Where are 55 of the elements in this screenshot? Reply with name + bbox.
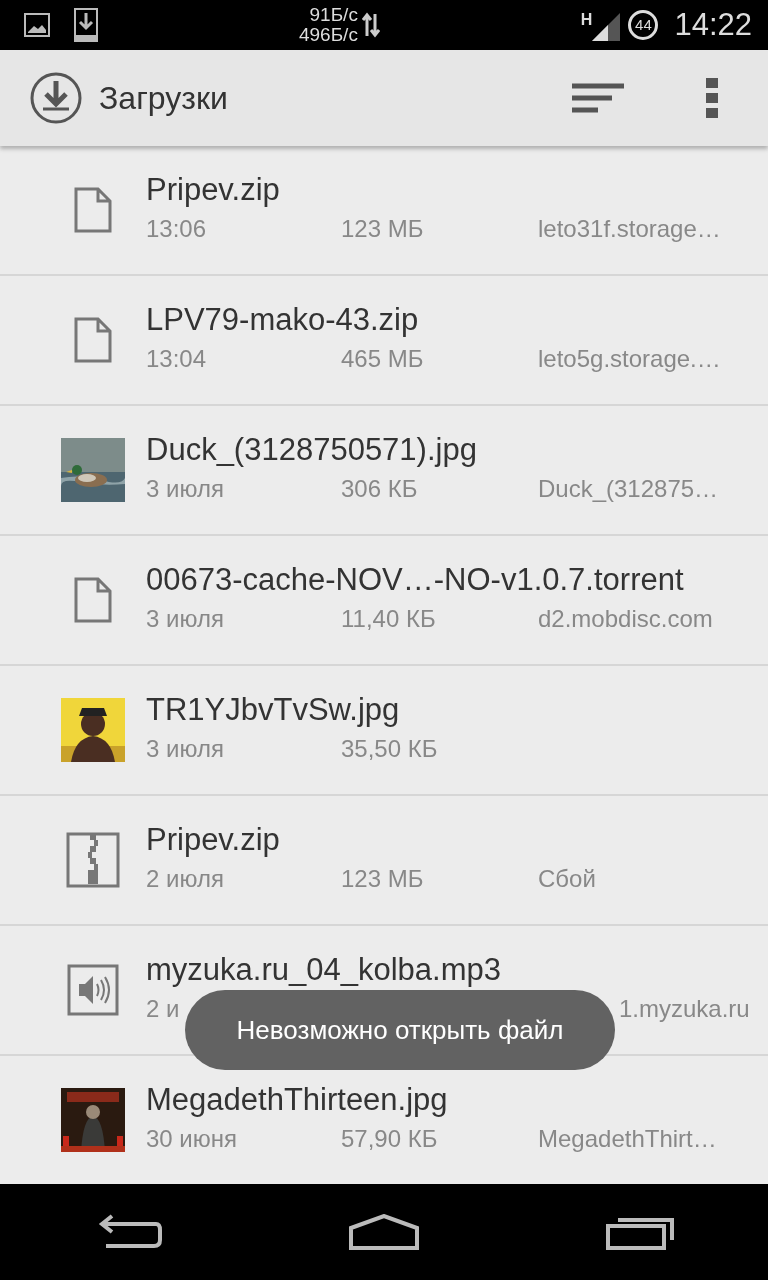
file-source: d2.mobdisc.com — [538, 604, 713, 635]
sort-icon[interactable] — [572, 83, 624, 113]
download-date: 30 июня — [146, 1125, 238, 1153]
file-size: 35,50 КБ — [341, 735, 438, 763]
file-name: Pripev.zip — [146, 822, 281, 858]
image-icon — [24, 13, 50, 37]
file-name: Pripev.zip — [146, 172, 281, 208]
file-size: 11,40 КБ — [341, 605, 436, 633]
download-item[interactable]: Duck_(3128750571).jpg 3 июля 306 КБ Duck_(312875… — [0, 406, 768, 536]
error-toast: Невозможно открыть файл — [185, 990, 615, 1070]
file-source: Duck_(312875… — [538, 474, 719, 505]
battery-level: 44 — [635, 14, 652, 35]
file-size: 306 КБ — [341, 475, 418, 503]
file-name: TR1YJbvTvSw.jpg — [146, 692, 401, 728]
file-source: Сбой — [538, 864, 596, 895]
download-date: 2 июля — [146, 865, 224, 893]
file-icon — [73, 187, 112, 233]
clock: 14:22 — [674, 5, 752, 44]
download-item[interactable]: Pripev.zip 13:06 123 МБ leto31f.storage… — [0, 146, 768, 276]
download-date: 13:06 — [146, 215, 207, 243]
speaker-icon — [66, 964, 119, 1016]
file-source: MegadethThirt… — [538, 1124, 717, 1155]
file-name: MegadethThirteen.jpg — [146, 1082, 449, 1118]
download-item[interactable]: Pripev.zip 2 июля 123 МБ Сбой — [0, 796, 768, 926]
file-icon — [73, 577, 112, 623]
download-icon[interactable] — [29, 71, 83, 125]
file-name: LPV79-mako-43.zip — [146, 302, 420, 338]
more-options-icon[interactable] — [706, 78, 718, 118]
download-date: 3 июля — [146, 475, 224, 503]
file-size: 123 МБ — [341, 215, 424, 243]
download-date: 3 июля — [146, 605, 224, 633]
archive-icon — [65, 832, 120, 888]
upload-speed: 496Б/с — [298, 25, 358, 45]
network-type: H — [580, 10, 593, 30]
download-speed: 91Б/с — [309, 5, 358, 25]
file-source: leto31f.storage… — [538, 214, 721, 245]
download-date: 2 и — [146, 995, 180, 1023]
download-date: 13:04 — [146, 345, 207, 373]
download-icon — [74, 8, 98, 42]
screen-title: Загрузки — [99, 79, 228, 118]
file-size: 123 МБ — [341, 865, 424, 893]
file-source: leto5g.storage.… — [538, 344, 721, 375]
file-icon — [73, 317, 112, 363]
download-date: 3 июля — [146, 735, 224, 763]
download-item[interactable]: TR1YJbvTvSw.jpg 3 июля 35,50 КБ — [0, 666, 768, 796]
file-size: 465 МБ — [341, 345, 424, 373]
file-source: 1.myzuka.ru — [619, 994, 750, 1025]
data-transfer-icon — [361, 12, 380, 38]
file-name: 00673-cache-NOV…-NO-v1.0.7.torrent — [146, 562, 685, 598]
file-name: Duck_(3128750571).jpg — [146, 432, 478, 468]
file-size: 57,90 КБ — [341, 1125, 438, 1153]
home-icon[interactable] — [347, 1214, 421, 1250]
download-item[interactable]: 00673-cache-NOV…-NO-v1.0.7.torrent 3 июля 11,40 КБ d2.mobdisc.com — [0, 536, 768, 666]
file-name: myzuka.ru_04_kolba.mp3 — [146, 952, 502, 988]
download-item[interactable]: LPV79-mako-43.zip 13:04 465 МБ leto5g.storage.… — [0, 276, 768, 406]
